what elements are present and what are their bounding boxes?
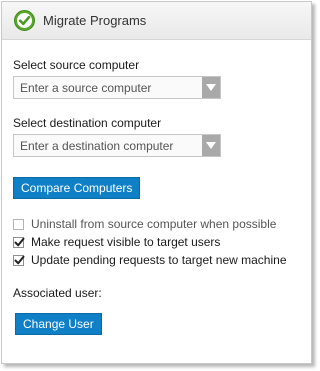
uninstall-checkbox-label: Uninstall from source computer when poss…: [31, 217, 277, 231]
options-list: Uninstall from source computer when poss…: [13, 215, 311, 269]
compare-computers-button[interactable]: Compare Computers: [13, 177, 141, 199]
update-pending-checkbox-label: Update pending requests to target new ma…: [31, 253, 287, 267]
source-computer-label: Select source computer: [13, 58, 140, 72]
chevron-down-icon: [206, 142, 216, 149]
destination-computer-combobox[interactable]: [13, 134, 221, 157]
checkmark-circle-icon: [14, 10, 35, 31]
option-uninstall-row[interactable]: Uninstall from source computer when poss…: [13, 215, 311, 233]
destination-computer-input[interactable]: [14, 135, 202, 156]
migrate-programs-panel: Migrate Programs Select source computer …: [1, 1, 312, 364]
visible-to-targets-checkbox[interactable]: [13, 236, 25, 248]
destination-dropdown-button[interactable]: [202, 135, 220, 156]
chevron-down-icon: [206, 84, 216, 91]
visible-to-targets-checkbox-label: Make request visible to target users: [31, 235, 221, 249]
source-computer-input[interactable]: [14, 77, 202, 98]
source-dropdown-button[interactable]: [202, 77, 220, 98]
uninstall-checkbox[interactable]: [13, 218, 24, 230]
option-visible-row[interactable]: Make request visible to target users: [13, 233, 311, 251]
checkmark-icon: [14, 255, 25, 264]
source-computer-combobox[interactable]: [13, 76, 221, 99]
checkmark-icon: [14, 237, 25, 246]
panel-title: Migrate Programs: [43, 13, 147, 28]
option-update-pending-row[interactable]: Update pending requests to target new ma…: [13, 251, 311, 269]
update-pending-checkbox[interactable]: [13, 254, 25, 266]
destination-computer-label: Select destination computer: [13, 116, 162, 130]
change-user-button[interactable]: Change User: [15, 313, 102, 335]
panel-header: Migrate Programs: [2, 2, 311, 40]
panel-content: Select source computer Select destinatio…: [2, 58, 311, 335]
associated-user-label: Associated user:: [13, 286, 102, 300]
